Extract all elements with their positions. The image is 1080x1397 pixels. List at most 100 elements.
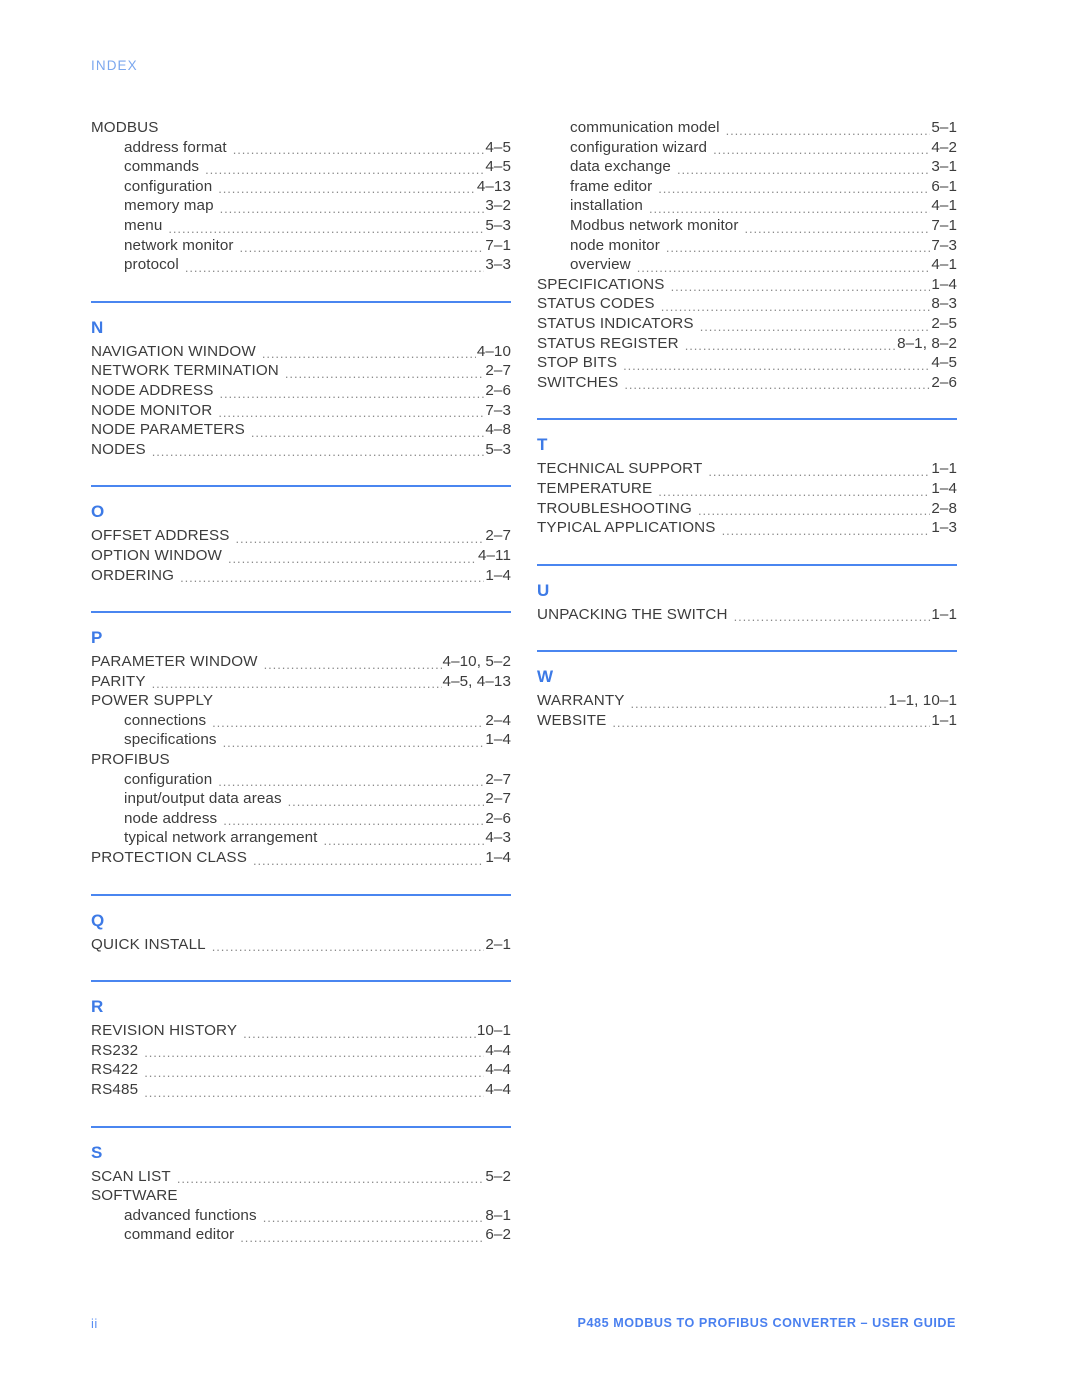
- index-entry-page: 2–6: [485, 809, 511, 827]
- index-entry-label: RS485: [91, 1081, 139, 1098]
- index-entry-page: 4–5: [931, 354, 957, 372]
- index-entry-page: 1–4: [931, 275, 957, 293]
- index-entry-page: 4–3: [485, 829, 511, 847]
- dot-leader: [233, 138, 485, 158]
- index-entry: node address 2–6: [91, 809, 511, 829]
- index-entry-page: 2–5: [931, 314, 957, 332]
- index-entry-label: STOP BITS: [537, 354, 618, 372]
- section-letter: T: [537, 435, 548, 455]
- index-entry-page: 3–2: [485, 197, 511, 215]
- index-entry-label: menu: [124, 216, 163, 234]
- dot-leader: [185, 255, 485, 275]
- dot-leader: [219, 381, 484, 401]
- dot-leader: [223, 809, 484, 829]
- index-entry-page: 1–1: [931, 605, 957, 623]
- index-entry-label: QUICK INSTALL: [91, 935, 206, 953]
- dot-leader: [152, 440, 485, 460]
- dot-leader: [323, 828, 484, 848]
- index-entry-page: 4–5: [485, 138, 511, 156]
- index-entry: communication model 5–1: [537, 118, 957, 138]
- index-entry-label: node address: [124, 809, 218, 827]
- index-entry-label: SOFTWARE: [91, 1187, 178, 1205]
- index-entry-page: 4–5: [485, 158, 511, 176]
- index-entry-page: 1–4: [931, 479, 957, 497]
- dot-leader: [263, 1206, 485, 1226]
- index-entry-page: 2–7: [485, 770, 511, 788]
- index-entry-label: overview: [570, 256, 631, 274]
- index-entry-label: configuration: [124, 770, 213, 788]
- index-section-w: W WARRANTY 1–1, 10–1 WEBSITE 1–1: [537, 650, 957, 730]
- dot-leader: [218, 177, 476, 197]
- index-entry: TYPICAL APPLICATIONS 1–3: [537, 518, 957, 538]
- index-entry-page: 2–6: [485, 381, 511, 399]
- index-entry: ORDERING 1–4: [91, 566, 511, 586]
- index-entry-label: input/output data areas: [124, 790, 282, 808]
- footer-page-number: ii: [91, 1316, 98, 1331]
- index-entry-label: address format: [124, 138, 227, 156]
- index-entry-label: command editor: [124, 1226, 235, 1244]
- dot-leader: [144, 1080, 484, 1100]
- index-entry-label: PROTECTION CLASS: [91, 849, 247, 867]
- index-entry-page: 6–1: [931, 177, 957, 195]
- index-entry-label: PROFIBUS: [91, 751, 170, 769]
- index-entry-label: configuration wizard: [570, 138, 708, 156]
- index-entry: STATUS CODES 8–3: [537, 294, 957, 314]
- index-entry: TROUBLESHOOTING 2–8: [537, 499, 957, 519]
- dot-leader: [240, 1225, 484, 1245]
- index-entry: configuration 4–13: [91, 177, 511, 197]
- dot-leader: [685, 334, 896, 354]
- index-entry-label: installation: [570, 197, 643, 215]
- index-entry-label: PARITY: [91, 672, 146, 690]
- index-entry-label: frame editor: [570, 177, 653, 195]
- index-entry-label: SPECIFICATIONS: [537, 275, 665, 293]
- dot-leader: [205, 157, 484, 177]
- index-entry: protocol 3–3: [91, 255, 511, 275]
- index-section-q: Q QUICK INSTALL 2–1: [91, 893, 511, 955]
- index-entry: RS485 4–4: [91, 1080, 511, 1100]
- index-entry-page: 4–8: [485, 421, 511, 439]
- index-section-r: RREVISION HISTORY10–1RS2324–4RS4224–4RS4…: [91, 980, 511, 1099]
- index-entry-label: communication model: [570, 119, 720, 136]
- dot-leader: [243, 1021, 476, 1041]
- index-entry: WARRANTY 1–1, 10–1: [537, 691, 957, 711]
- index-entry-page: 8–1, 8–2: [897, 334, 957, 352]
- dot-leader: [285, 361, 484, 381]
- dot-leader: [745, 216, 931, 236]
- index-entry-label: Modbus network monitor: [570, 216, 739, 234]
- index-column-right: communication model 5–1 configuration wiza…: [537, 118, 957, 730]
- index-entry: NAVIGATION WINDOW 4–10: [91, 342, 511, 362]
- dot-leader: [212, 711, 484, 731]
- index-entry-page: 5–1: [931, 119, 957, 136]
- index-entry-page: 4–10: [476, 342, 511, 360]
- index-entry: STATUS INDICATORS 2–5: [537, 314, 957, 334]
- index-entry: QUICK INSTALL 2–1: [91, 935, 511, 955]
- index-entry: typical network arrangement 4–3: [91, 828, 511, 848]
- index-entry: frame editor 6–1: [537, 177, 957, 197]
- index-entry-label: specifications: [124, 731, 217, 749]
- index-entry: NETWORK TERMINATION 2–7: [91, 361, 511, 381]
- index-entry-page: 4–4: [485, 1041, 511, 1059]
- index-entry: NODE ADDRESS 2–6: [91, 381, 511, 401]
- dot-leader: [223, 730, 485, 750]
- index-entry-page: 2–7: [485, 527, 511, 545]
- dot-leader: [671, 275, 931, 295]
- index-entry-label: WEBSITE: [537, 711, 607, 729]
- dot-leader: [612, 711, 930, 731]
- dot-leader: [713, 138, 930, 158]
- index-entry-label: advanced functions: [124, 1206, 257, 1224]
- index-entry-label: MODBUS: [91, 119, 159, 136]
- index-entry-page: 2–8: [931, 499, 957, 517]
- index-section-n: NNAVIGATION WINDOW4–10NETWORK TERMINATIO…: [91, 300, 511, 460]
- dot-leader: [624, 373, 930, 393]
- index-entry: NODES 5–3: [91, 440, 511, 460]
- index-group-heading: POWER SUPPLY: [91, 691, 511, 711]
- dot-leader: [677, 157, 930, 177]
- index-entry-page: 7–1: [931, 216, 957, 234]
- index-entry-label: WARRANTY: [537, 692, 625, 710]
- dot-leader: [253, 848, 484, 868]
- index-entry-label: typical network arrangement: [124, 829, 318, 847]
- index-entry-label: STATUS REGISTER: [537, 334, 679, 352]
- index-entry-page: 1–4: [485, 731, 511, 749]
- index-entry-label: protocol: [124, 256, 179, 274]
- index-entry-page: 4–1: [931, 256, 957, 274]
